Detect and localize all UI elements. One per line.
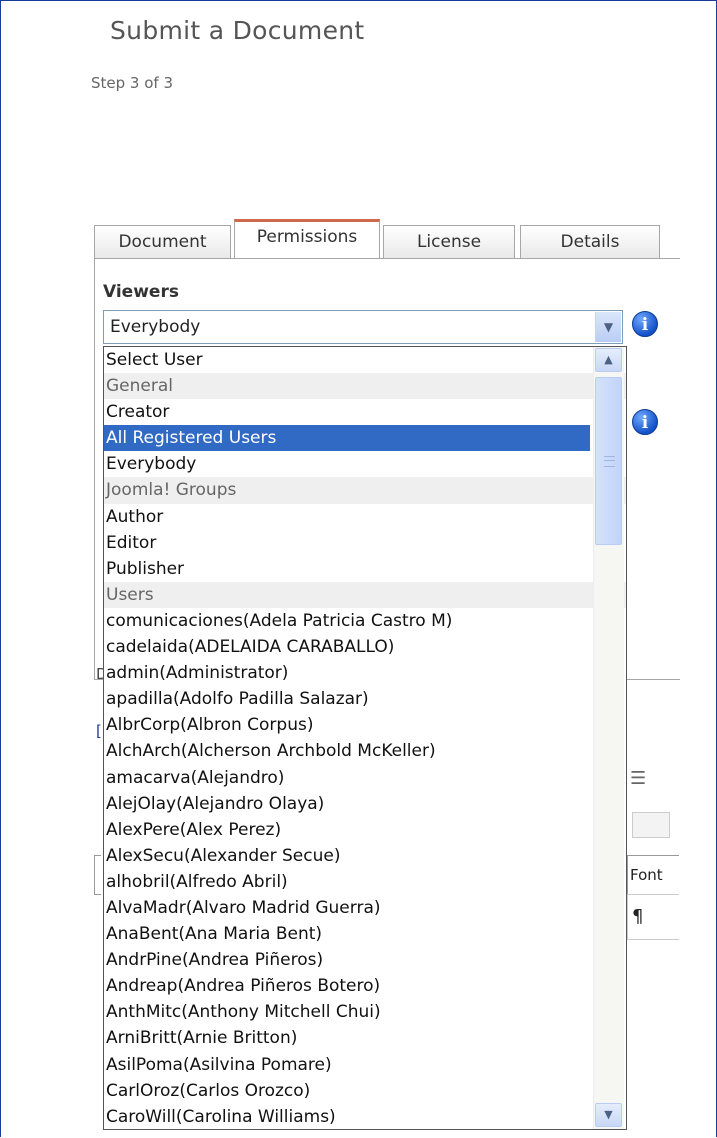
option-group-header: Users xyxy=(104,581,626,608)
dropdown-option[interactable]: Andreap(Andrea Piñeros Botero) xyxy=(104,973,626,999)
dropdown-option[interactable]: Everybody xyxy=(104,451,626,477)
tab-document[interactable]: Document xyxy=(94,225,231,258)
dropdown-option[interactable]: AndrPine(Andrea Piñeros) xyxy=(104,947,626,973)
dropdown-option[interactable]: CarlOroz(Carlos Orozco) xyxy=(104,1078,626,1104)
info-icon[interactable]: i xyxy=(632,311,658,337)
scrollbar-thumb[interactable] xyxy=(595,377,622,545)
dropdown-option[interactable]: alhobril(Alfredo Abril) xyxy=(104,869,626,895)
dropdown-option[interactable]: ArniBritt(Arnie Britton) xyxy=(104,1025,626,1051)
dropdown-option[interactable]: AsilPoma(Asilvina Pomare) xyxy=(104,1052,626,1078)
dropdown-option[interactable]: AlexSecu(Alexander Secue) xyxy=(104,843,626,869)
dropdown-option[interactable]: Editor xyxy=(104,530,626,556)
page-title: Submit a Document xyxy=(110,16,365,45)
tab-permissions[interactable]: Permissions xyxy=(234,219,380,259)
viewers-label: Viewers xyxy=(103,282,179,302)
dropdown-scrollbar[interactable]: ▲ ▼ xyxy=(593,347,624,1129)
list-icon[interactable]: ☰ xyxy=(630,768,646,789)
dropdown-option[interactable]: amacarva(Alejandro) xyxy=(104,765,626,791)
dropdown-option[interactable]: cadelaida(ADELAIDA CARABALLO) xyxy=(104,634,626,660)
viewers-dropdown-list[interactable]: Select User General Creator All Registered … xyxy=(103,346,627,1130)
option-group-header: Joomla! Groups xyxy=(104,477,626,504)
step-indicator: Step 3 of 3 xyxy=(91,74,174,92)
editor-edge xyxy=(94,855,101,895)
chevron-down-icon[interactable]: ▼ xyxy=(595,1103,622,1127)
dropdown-option[interactable]: Author xyxy=(104,504,626,530)
dropdown-option[interactable]: AnaBent(Ana Maria Bent) xyxy=(104,921,626,947)
dropdown-option[interactable]: AlbrCorp(Albron Corpus) xyxy=(104,712,626,738)
viewers-selected-value: Everybody xyxy=(110,317,201,337)
chevron-up-icon[interactable]: ▲ xyxy=(595,348,622,372)
dropdown-option[interactable]: All Registered Users xyxy=(104,425,590,452)
dropdown-option[interactable]: AlejOlay(Alejandro Olaya) xyxy=(104,791,626,817)
info-icon[interactable]: i xyxy=(632,409,658,435)
tab-license[interactable]: License xyxy=(383,225,515,258)
dropdown-option[interactable]: CaroWill(Carolina Williams) xyxy=(104,1104,626,1129)
dropdown-option[interactable]: AlvaMadr(Alvaro Madrid Guerra) xyxy=(104,895,626,921)
scroll-grip-icon xyxy=(604,456,615,467)
option-group-header: General xyxy=(104,373,626,400)
tab-bar: Document Permissions License Details xyxy=(94,219,664,259)
dropdown-option[interactable]: apadilla(Adolfo Padilla Salazar) xyxy=(104,686,626,712)
dropdown-option[interactable]: Publisher xyxy=(104,556,626,582)
dropdown-option[interactable]: AlchArch(Alcherson Archbold McKeller) xyxy=(104,738,626,764)
dropdown-option[interactable]: Select User xyxy=(104,347,626,373)
dropdown-option[interactable]: admin(Administrator) xyxy=(104,660,626,686)
dropdown-option[interactable]: AlexPere(Alex Perez) xyxy=(104,817,626,843)
tab-details[interactable]: Details xyxy=(520,225,660,258)
pilcrow-icon[interactable]: ¶ xyxy=(627,894,679,940)
dropdown-option[interactable]: AnthMitc(Anthony Mitchell Chui) xyxy=(104,999,626,1025)
chevron-down-icon[interactable]: ▼ xyxy=(595,312,621,342)
dropdown-option[interactable]: comunicaciones(Adela Patricia Castro M) xyxy=(104,608,626,634)
dropdown-option[interactable]: Creator xyxy=(104,399,626,425)
viewers-select[interactable]: Everybody ▼ xyxy=(103,310,623,344)
font-selector[interactable]: Font xyxy=(627,855,679,895)
toolbar-button[interactable] xyxy=(632,812,670,838)
hidden-link-fragment: [ xyxy=(96,722,102,740)
